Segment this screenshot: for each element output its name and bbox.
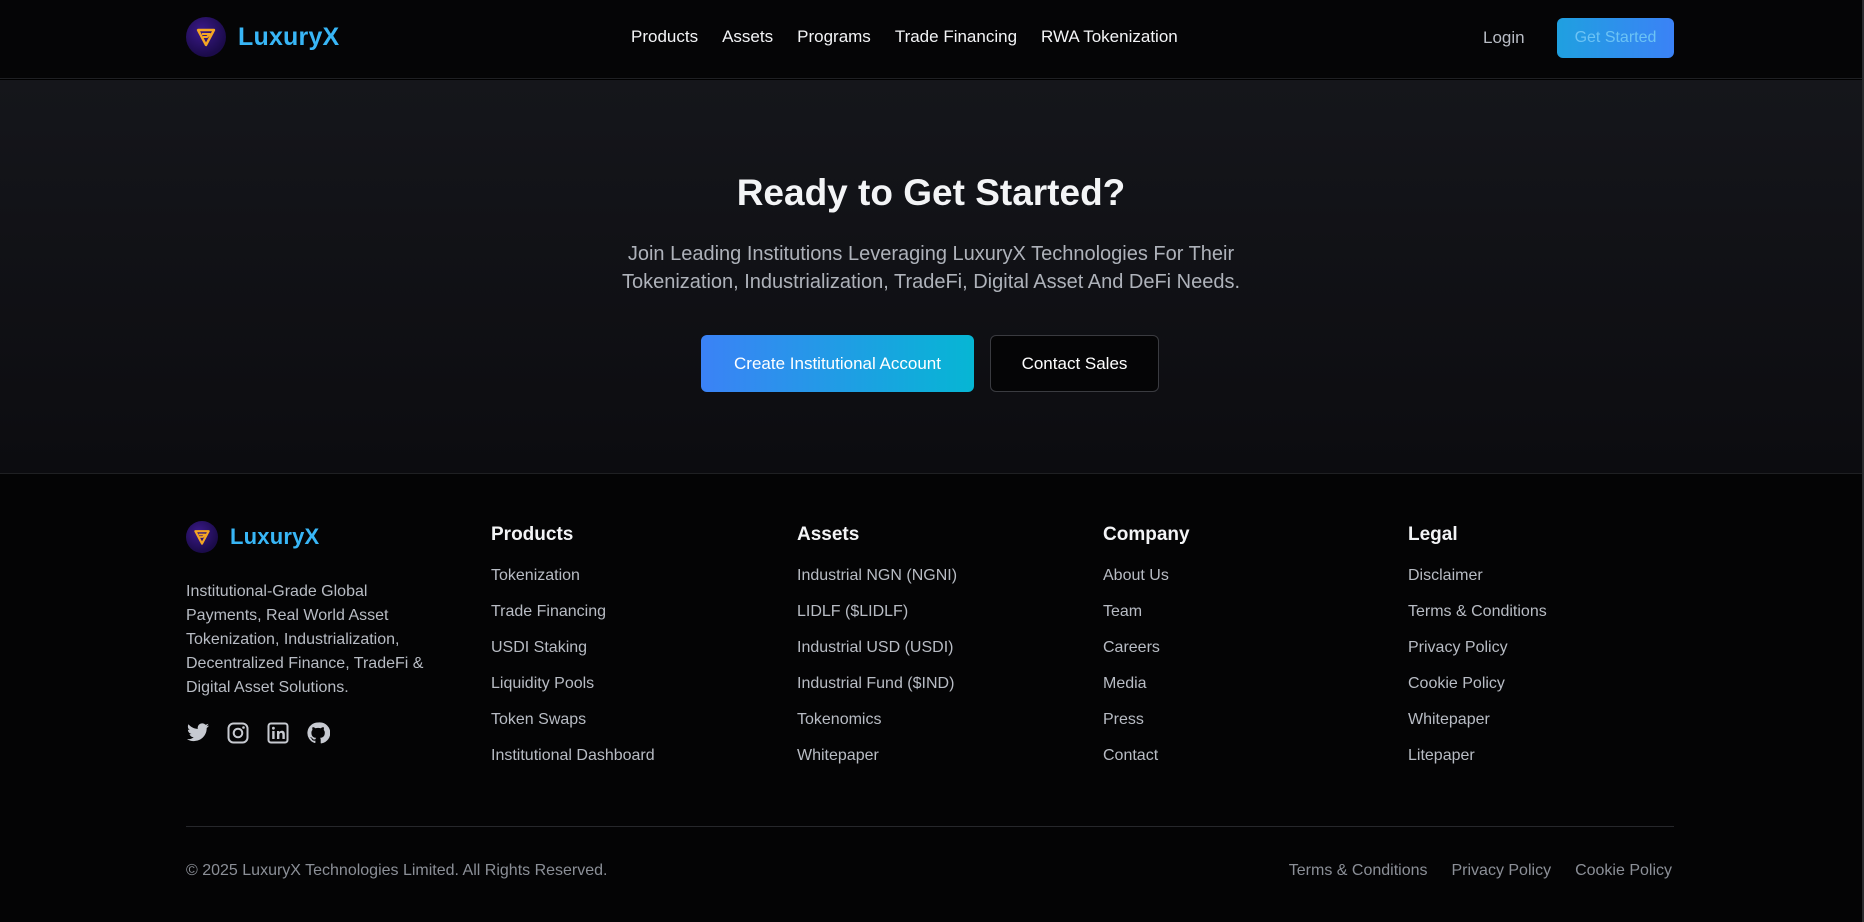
cta-subtitle-line-1: Join Leading Institutions Leveraging Lux… bbox=[627, 243, 1235, 265]
bottom-link-privacy[interactable]: Privacy Policy bbox=[1451, 862, 1551, 880]
cta-subtitle: Join Leading Institutions Leveraging Lux… bbox=[0, 240, 1862, 296]
top-navbar: LuxuryX Products Assets Programs Trade F… bbox=[0, 0, 1862, 79]
footer-link[interactable]: Tokenization bbox=[491, 566, 655, 602]
footer-link[interactable]: LIDLF ($LIDLF) bbox=[797, 602, 957, 638]
cta-title: Ready to Get Started? bbox=[736, 172, 1126, 213]
footer-link[interactable]: Contact bbox=[1103, 746, 1190, 782]
github-icon[interactable] bbox=[306, 721, 331, 745]
footer-column-assets: Assets Industrial NGN (NGNI) LIDLF ($LID… bbox=[797, 524, 957, 782]
footer-link[interactable]: Industrial NGN (NGNI) bbox=[797, 566, 957, 602]
bottom-link-cookie[interactable]: Cookie Policy bbox=[1575, 862, 1672, 880]
footer-link[interactable]: Industrial Fund ($IND) bbox=[797, 674, 957, 710]
footer-description: Institutional-Grade Global Payments, Rea… bbox=[186, 583, 424, 696]
footer-column-legal: Legal Disclaimer Terms & Conditions Priv… bbox=[1408, 524, 1547, 782]
footer-link[interactable]: Team bbox=[1103, 602, 1190, 638]
nav-item-programs[interactable]: Programs bbox=[797, 27, 871, 47]
brand-logo-link[interactable]: LuxuryX bbox=[186, 17, 339, 57]
footer-column-company: Company About Us Team Careers Media Pres… bbox=[1103, 524, 1190, 782]
footer-column-title: Assets bbox=[797, 524, 860, 545]
contact-sales-button[interactable]: Contact Sales bbox=[990, 335, 1159, 392]
footer-link[interactable]: Cookie Policy bbox=[1408, 674, 1547, 710]
footer-column-title: Legal bbox=[1408, 524, 1458, 545]
main-nav: Products Assets Programs Trade Financing… bbox=[631, 27, 1178, 47]
nav-item-assets[interactable]: Assets bbox=[722, 27, 773, 47]
footer-link[interactable]: Tokenomics bbox=[797, 710, 957, 746]
footer-link[interactable]: Press bbox=[1103, 710, 1190, 746]
footer-link[interactable]: USDI Staking bbox=[491, 638, 655, 674]
footer-logo-icon bbox=[186, 521, 218, 553]
footer-column-products: Products Tokenization Trade Financing US… bbox=[491, 524, 655, 782]
linkedin-icon[interactable] bbox=[266, 721, 290, 745]
luxuryx-logo-icon bbox=[186, 17, 226, 57]
site-footer: LuxuryX Institutional-Grade Global Payme… bbox=[0, 474, 1862, 922]
footer-link[interactable]: Litepaper bbox=[1408, 746, 1547, 782]
cta-section: Ready to Get Started? Join Leading Insti… bbox=[0, 80, 1862, 474]
footer-divider bbox=[186, 826, 1674, 827]
footer-link[interactable]: Institutional Dashboard bbox=[491, 746, 655, 782]
get-started-button[interactable]: Get Started bbox=[1557, 18, 1674, 58]
footer-link[interactable]: Liquidity Pools bbox=[491, 674, 655, 710]
nav-item-trade-financing[interactable]: Trade Financing bbox=[895, 27, 1017, 47]
footer-link[interactable]: Whitepaper bbox=[1408, 710, 1547, 746]
footer-link[interactable]: Media bbox=[1103, 674, 1190, 710]
footer-link[interactable]: Careers bbox=[1103, 638, 1190, 674]
footer-link[interactable]: Industrial USD (USDI) bbox=[797, 638, 957, 674]
twitter-icon[interactable] bbox=[186, 721, 210, 745]
cta-subtitle-line-2: Tokenization, Industrialization, TradeFi… bbox=[621, 271, 1241, 293]
footer-bottom-links: Terms & Conditions Privacy Policy Cookie… bbox=[1289, 862, 1672, 880]
footer-link[interactable]: Disclaimer bbox=[1408, 566, 1547, 602]
footer-link[interactable]: Trade Financing bbox=[491, 602, 655, 638]
create-institutional-account-button[interactable]: Create Institutional Account bbox=[701, 335, 974, 392]
footer-column-title: Products bbox=[491, 524, 574, 545]
login-link[interactable]: Login bbox=[1483, 28, 1525, 48]
copyright-text: © 2025 LuxuryX Technologies Limited. All… bbox=[186, 862, 608, 879]
nav-item-rwa-tokenization[interactable]: RWA Tokenization bbox=[1041, 27, 1178, 47]
footer-column-title: Company bbox=[1103, 524, 1190, 545]
footer-brand-link[interactable]: LuxuryX bbox=[186, 521, 319, 553]
footer-link[interactable]: About Us bbox=[1103, 566, 1190, 602]
footer-link[interactable]: Whitepaper bbox=[797, 746, 957, 782]
footer-brand-name: LuxuryX bbox=[230, 524, 320, 549]
social-links bbox=[186, 721, 331, 745]
instagram-icon[interactable] bbox=[226, 721, 250, 745]
nav-item-products[interactable]: Products bbox=[631, 27, 698, 47]
footer-link[interactable]: Terms & Conditions bbox=[1408, 602, 1547, 638]
footer-link[interactable]: Privacy Policy bbox=[1408, 638, 1547, 674]
bottom-link-terms[interactable]: Terms & Conditions bbox=[1289, 862, 1428, 880]
brand-name: LuxuryX bbox=[238, 22, 340, 51]
footer-link[interactable]: Token Swaps bbox=[491, 710, 655, 746]
